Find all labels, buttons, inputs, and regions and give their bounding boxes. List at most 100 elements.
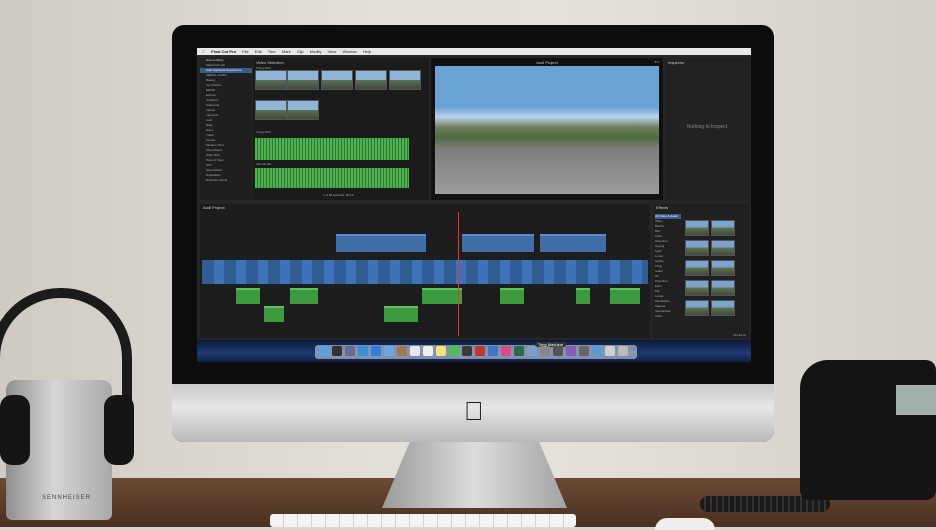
- browser-sub-label: Internal Mic: [256, 162, 272, 166]
- clip-thumbnail[interactable]: [255, 70, 287, 90]
- clip-thumbnail[interactable]: [355, 70, 387, 90]
- clip-thumbnail[interactable]: [321, 70, 353, 90]
- apple-menu-icon[interactable]: : [202, 49, 205, 54]
- effect-thumbnail[interactable]: [711, 300, 735, 316]
- motion-icon[interactable]: [566, 346, 576, 356]
- audio-clip[interactable]: [576, 288, 590, 304]
- imac-stand: [382, 442, 567, 508]
- effect-thumbnail[interactable]: [711, 240, 735, 256]
- menu-clip[interactable]: Clip: [297, 49, 304, 54]
- menu-view[interactable]: View: [328, 49, 337, 54]
- inspector-empty-text: Nothing to Inspect: [686, 124, 728, 130]
- finder-icon[interactable]: [319, 346, 329, 356]
- connected-clip[interactable]: [540, 234, 606, 252]
- clip-thumbnail[interactable]: [287, 70, 319, 90]
- browser-date-2: 4 Aug 2011: [256, 130, 271, 134]
- connected-clip[interactable]: [462, 234, 534, 252]
- browser-status: 1 of 58 selected, 00:12: [323, 193, 354, 197]
- effect-thumbnail[interactable]: [711, 220, 735, 236]
- imac-screen:  Final Cut Pro File Edit Trim Mark Clip…: [197, 48, 751, 362]
- trash-icon[interactable]: [618, 346, 628, 356]
- headphone-left-cup: [0, 395, 30, 465]
- playhead[interactable]: [458, 212, 459, 336]
- dock: Time Machine: [315, 342, 637, 359]
- effect-thumbnail[interactable]: [711, 280, 735, 296]
- inspector-title: Inspector: [668, 60, 685, 65]
- desktop-background: Time Machine: [197, 340, 751, 362]
- effects-title: Effects: [656, 205, 669, 210]
- itunes-icon[interactable]: [501, 346, 511, 356]
- menu-app-name[interactable]: Final Cut Pro: [211, 49, 236, 54]
- documents-icon[interactable]: [605, 346, 615, 356]
- effect-thumbnail[interactable]: [685, 300, 709, 316]
- menu-help[interactable]: Help: [363, 49, 371, 54]
- menu-file[interactable]: File: [242, 49, 248, 54]
- effects-item-count: 142 items: [732, 333, 746, 337]
- viewer-zoom[interactable]: 8%: [655, 60, 659, 64]
- headphone-right-cup: [104, 395, 134, 465]
- facetime-icon[interactable]: [462, 346, 472, 356]
- effect-thumbnail[interactable]: [685, 280, 709, 296]
- desk-phone: [800, 360, 936, 500]
- effect-thumbnail[interactable]: [685, 260, 709, 276]
- photo-booth-icon[interactable]: [475, 346, 485, 356]
- event-library: Event Library Macintosh HD Audi Sportscar…: [200, 58, 252, 200]
- audio-clip[interactable]: [422, 288, 462, 304]
- timeline: Audi Project: [200, 204, 650, 338]
- event-browser: Video Selection 5 Aug 2011 4 Aug 2011 In…: [253, 58, 429, 200]
- headphone-brand-label: SENNHEISER: [42, 495, 92, 501]
- video-frame: [435, 66, 659, 194]
- audio-clip[interactable]: [290, 288, 318, 304]
- effects-category-list: All Video & Audio Video Basics Blur Color Dis…: [655, 214, 681, 319]
- primary-storyline[interactable]: [202, 260, 648, 284]
- menu-window[interactable]: Window: [342, 49, 356, 54]
- menu-modify[interactable]: Modify: [310, 49, 322, 54]
- effect-thumbnail[interactable]: [711, 260, 735, 276]
- effect-thumbnail[interactable]: [685, 240, 709, 256]
- clip-thumbnail[interactable]: [389, 70, 421, 90]
- effects-browser: Effects All Video & Audio Video Basics Blur…: [653, 204, 749, 338]
- menu-mark[interactable]: Mark: [282, 49, 291, 54]
- connected-clip[interactable]: [336, 234, 426, 252]
- phone-display: [896, 385, 936, 415]
- app-store-icon[interactable]: [371, 346, 381, 356]
- system-preferences-icon[interactable]: [540, 346, 550, 356]
- timeline-title: Audi Project: [203, 205, 225, 210]
- dashboard-icon[interactable]: [332, 346, 342, 356]
- iphoto-icon[interactable]: [488, 346, 498, 356]
- audio-waveform-clip[interactable]: [255, 138, 409, 160]
- calendar-icon[interactable]: [410, 346, 420, 356]
- mission-control-icon[interactable]: [345, 346, 355, 356]
- viewer: Audi Project 8%: [431, 58, 663, 200]
- effect-thumbnail[interactable]: [685, 220, 709, 236]
- audio-clip[interactable]: [384, 306, 418, 322]
- clip-thumbnail[interactable]: [287, 100, 319, 120]
- audio-clip[interactable]: [264, 306, 284, 322]
- final-cut-pro-icon[interactable]: [553, 346, 563, 356]
- messages-icon[interactable]: [449, 346, 459, 356]
- effects-category[interactable]: Voice: [655, 314, 681, 319]
- compressor-icon[interactable]: [579, 346, 589, 356]
- preview-icon[interactable]: [527, 346, 537, 356]
- menu-bar:  Final Cut Pro File Edit Trim Mark Clip…: [197, 48, 751, 55]
- mail-icon[interactable]: [384, 346, 394, 356]
- clip-thumbnail[interactable]: [255, 100, 287, 120]
- reminders-icon[interactable]: [423, 346, 433, 356]
- audio-clip[interactable]: [610, 288, 640, 304]
- apple-logo-icon: : [464, 396, 484, 427]
- menu-trim[interactable]: Trim: [268, 49, 276, 54]
- safari-icon[interactable]: [358, 346, 368, 356]
- audio-clip[interactable]: [500, 288, 524, 304]
- library-item[interactable]: Exclusive Shots: [200, 178, 252, 183]
- browser-title: Video Selection: [256, 60, 284, 65]
- folder-icon[interactable]: [592, 346, 602, 356]
- notes-icon[interactable]: [436, 346, 446, 356]
- mouse: [655, 518, 715, 530]
- inspector-panel: Inspector Nothing to Inspect: [665, 58, 749, 200]
- menu-edit[interactable]: Edit: [255, 49, 262, 54]
- contacts-icon[interactable]: [397, 346, 407, 356]
- time-machine-icon[interactable]: [514, 346, 524, 356]
- audio-waveform-clip[interactable]: [255, 168, 409, 188]
- audio-clip[interactable]: [236, 288, 260, 304]
- keyboard: [270, 514, 576, 527]
